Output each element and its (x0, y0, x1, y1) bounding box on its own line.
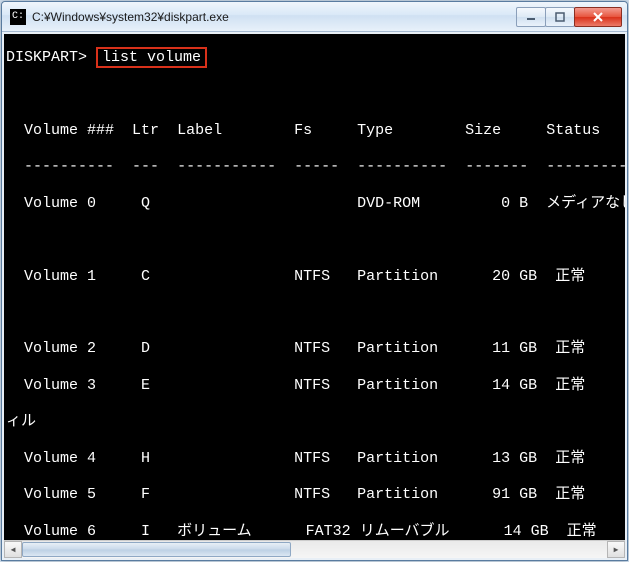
cell: 正常 (567, 523, 597, 540)
hdr-type: Type (357, 122, 393, 139)
cell: Q (141, 195, 150, 212)
table-row: Volume 2 D NTFS Partition 11 GB 正常 (6, 340, 623, 357)
cell: 正常 (555, 268, 585, 285)
cell: Volume 2 (24, 340, 96, 357)
hdr-label: Label (177, 122, 222, 139)
window-title: C:¥Windows¥system32¥diskpart.exe (32, 10, 517, 24)
table-row: Volume 6 I ボリューム FAT32 リムーバブル 14 GB 正常 (6, 523, 623, 540)
div: ----------- (177, 158, 276, 175)
div: ------- (465, 158, 528, 175)
window-buttons (517, 7, 622, 27)
table-row: Volume 5 F NTFS Partition 91 GB 正常 (6, 486, 623, 503)
hdr-volume: Volume ### (24, 122, 114, 139)
cell: C (141, 268, 150, 285)
table-header: Volume ### Ltr Label Fs Type Size Status… (6, 122, 623, 139)
cell: NTFS (294, 450, 330, 467)
cell: F (141, 486, 150, 503)
prompt: DISKPART> (6, 49, 87, 66)
table-row: Volume 0 Q DVD-ROM 0 B メディアなし (6, 195, 623, 212)
cell: H (141, 450, 150, 467)
cell: Volume 1 (24, 268, 96, 285)
div: ---------- (24, 158, 114, 175)
scroll-track[interactable] (22, 541, 607, 558)
scroll-right-button[interactable]: ▶ (607, 541, 625, 558)
table-divider: ---------- --- ----------- ----- -------… (6, 158, 623, 175)
cell: 正常 (555, 486, 585, 503)
cell: Volume 5 (24, 486, 96, 503)
cell: FAT32 (306, 523, 351, 540)
titlebar[interactable]: C: C:¥Windows¥system32¥diskpart.exe (2, 2, 627, 32)
cell: NTFS (294, 486, 330, 503)
minimize-button[interactable] (516, 7, 546, 27)
console-area: DISKPART> list volume Volume ### Ltr Lab… (2, 32, 627, 560)
cmd-list-volume: list volume (96, 47, 207, 68)
scroll-left-button[interactable]: ◀ (4, 541, 22, 558)
cell: 0 B (501, 195, 528, 212)
horizontal-scrollbar[interactable]: ◀ ▶ (4, 540, 625, 558)
cell: NTFS (294, 340, 330, 357)
close-button[interactable] (574, 7, 622, 27)
cell: E (141, 377, 150, 394)
cell: Partition (357, 377, 438, 394)
hdr-ltr: Ltr (132, 122, 159, 139)
cell: NTFS (294, 268, 330, 285)
table-row: Volume 3 E NTFS Partition 14 GB 正常 ペー (6, 377, 623, 394)
hdr-fs: Fs (294, 122, 312, 139)
cell: 14 GB (492, 377, 537, 394)
cell: 正常 (555, 450, 585, 467)
wrap-line: ィル (6, 413, 623, 430)
table-row: Volume 4 H NTFS Partition 13 GB 正常 (6, 450, 623, 467)
cell: 20 GB (492, 268, 537, 285)
cell: 13 GB (492, 450, 537, 467)
cell: I (141, 523, 150, 540)
cell: Volume 6 (24, 523, 96, 540)
cell: メディアなし (546, 195, 625, 212)
cell: 正常 (555, 377, 585, 394)
cell: 91 GB (492, 486, 537, 503)
div: ---------- (357, 158, 447, 175)
maximize-button[interactable] (545, 7, 575, 27)
console-window: C: C:¥Windows¥system32¥diskpart.exe DISK… (1, 1, 628, 561)
hdr-size: Size (465, 122, 501, 139)
cell: Partition (357, 450, 438, 467)
cell: ボリューム (177, 523, 252, 540)
console-output[interactable]: DISKPART> list volume Volume ### Ltr Lab… (4, 34, 625, 540)
hdr-status: Status (546, 122, 600, 139)
cell: Volume 4 (24, 450, 96, 467)
cell: 14 GB (504, 523, 549, 540)
cell: 正常 (555, 340, 585, 357)
div: ----- (294, 158, 339, 175)
div: --- (132, 158, 159, 175)
table-row: Volume 1 C NTFS Partition 20 GB 正常 システ (6, 268, 623, 285)
cell: DVD-ROM (357, 195, 420, 212)
app-icon: C: (10, 9, 26, 25)
cell: NTFS (294, 377, 330, 394)
cell: Volume 3 (24, 377, 96, 394)
cell: Partition (357, 486, 438, 503)
scroll-thumb[interactable] (22, 542, 291, 557)
div: --------- (546, 158, 625, 175)
cell: 11 GB (492, 340, 537, 357)
cell: Partition (357, 268, 438, 285)
cell: リムーバブル (360, 523, 450, 540)
cell: Volume 0 (24, 195, 96, 212)
cell: Partition (357, 340, 438, 357)
cell: D (141, 340, 150, 357)
